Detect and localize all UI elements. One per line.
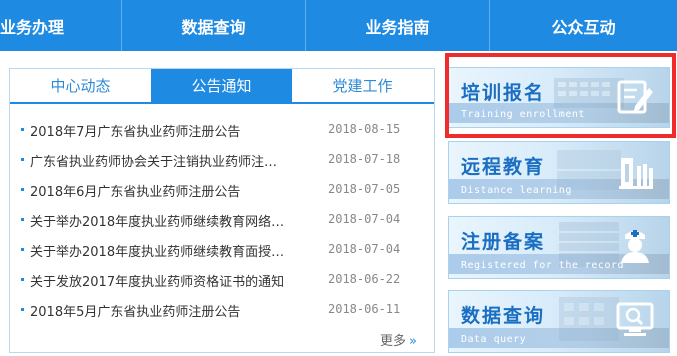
nav-item-guide[interactable]: 业务指南 [306, 0, 490, 51]
bullet-icon [21, 248, 24, 251]
bullet-icon [21, 158, 24, 161]
news-date: 2018-07-18 [328, 152, 401, 166]
news-title[interactable]: 广东省执业药师协会关于注销执业药师注… [30, 151, 305, 170]
news-panel: 中心动态 公告通知 党建工作 2018年7月广东省执业药师注册公告 2018-08… [9, 68, 435, 353]
banner-subtitle: Data query [461, 334, 527, 345]
nav-item-business[interactable]: 业务办理 [0, 0, 122, 51]
news-tabs: 中心动态 公告通知 党建工作 [10, 69, 434, 104]
banner-data-query[interactable]: 数据查询 Data query [448, 290, 670, 353]
news-title[interactable]: 2018年5月广东省执业药师注册公告 [30, 301, 305, 320]
banner-title: 远程教育 [461, 156, 546, 178]
news-date: 2018-07-04 [328, 212, 401, 226]
books-icon [619, 158, 653, 189]
news-item[interactable]: 广东省执业药师协会关于注销执业药师注… 2018-07-18 [10, 145, 434, 175]
tab-party-work[interactable]: 党建工作 [292, 69, 433, 102]
bullet-icon [21, 128, 24, 131]
news-item[interactable]: 关于举办2018年度执业药师继续教育面授… 2018-07-04 [10, 235, 434, 265]
bullet-icon [21, 278, 24, 281]
banner-registration[interactable]: 注册备案 Registered for the record [448, 216, 670, 279]
news-title[interactable]: 2018年6月广东省执业药师注册公告 [30, 181, 305, 200]
news-date: 2018-06-22 [328, 272, 401, 286]
news-item[interactable]: 关于举办2018年度执业药师继续教育网络… 2018-07-04 [10, 205, 434, 235]
nav-item-data-query[interactable]: 数据查询 [122, 0, 306, 51]
banner-title: 注册备案 [461, 231, 546, 253]
news-date: 2018-06-11 [328, 302, 401, 316]
nav-item-public-interaction[interactable]: 公众互动 [490, 0, 677, 51]
banner-training-enrollment[interactable]: 培训报名 Training enrollment [448, 67, 670, 128]
banner-subtitle: Distance learning [461, 185, 572, 196]
news-title[interactable]: 2018年7月广东省执业药师注册公告 [30, 121, 305, 140]
news-date: 2018-07-04 [328, 242, 401, 256]
monitor-search-icon [616, 302, 654, 336]
bullet-icon [21, 188, 24, 191]
news-date: 2018-07-05 [328, 182, 401, 196]
more-label: 更多 [380, 334, 407, 349]
top-nav: 业务办理 数据查询 业务指南 公众互动 [0, 0, 677, 51]
news-list: 2018年7月广东省执业药师注册公告 2018-08-15 广东省执业药师协会关于… [10, 115, 434, 325]
banner-title: 培训报名 [461, 82, 546, 104]
more-link[interactable]: 更多» [380, 330, 417, 349]
banner-distance-learning[interactable]: 远程教育 Distance learning [448, 141, 670, 204]
news-date: 2018-08-15 [328, 122, 401, 136]
banner-subtitle: Registered for the record [461, 260, 625, 271]
nurse-icon [621, 230, 649, 263]
tab-center-news[interactable]: 中心动态 [10, 69, 151, 102]
news-item[interactable]: 2018年6月广东省执业药师注册公告 2018-07-05 [10, 175, 434, 205]
tab-announcements[interactable]: 公告通知 [151, 69, 292, 102]
bullet-icon [21, 308, 24, 311]
bullet-icon [21, 218, 24, 221]
news-item[interactable]: 2018年5月广东省执业药师注册公告 2018-06-11 [10, 295, 434, 325]
news-title[interactable]: 关于发放2017年度执业药师资格证书的通知 [30, 271, 305, 290]
edit-icon [617, 80, 653, 114]
news-item[interactable]: 关于发放2017年度执业药师资格证书的通知 2018-06-22 [10, 265, 434, 295]
news-title[interactable]: 关于举办2018年度执业药师继续教育面授… [30, 241, 305, 260]
banner-title: 数据查询 [461, 305, 546, 327]
double-chevron-right-icon: » [409, 334, 417, 349]
banner-subtitle: Training enrollment [461, 109, 585, 120]
news-item[interactable]: 2018年7月广东省执业药师注册公告 2018-08-15 [10, 115, 434, 145]
news-title[interactable]: 关于举办2018年度执业药师继续教育网络… [30, 211, 305, 230]
